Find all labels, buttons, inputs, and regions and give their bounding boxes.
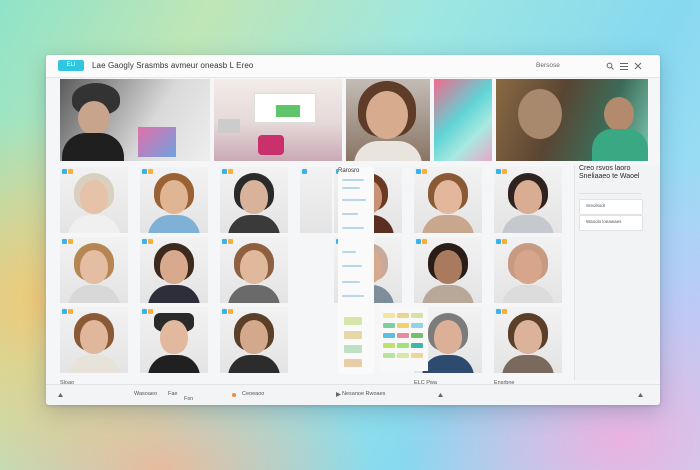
photo-tile[interactable]: [220, 307, 288, 373]
footer-item[interactable]: Fsn: [184, 396, 193, 402]
photo-tile[interactable]: [414, 167, 482, 233]
info-line: [342, 187, 360, 189]
bottom-bar: Wasoaeo Fae Fsn Ceoeaoo Nesanoe Rwoaes: [46, 384, 660, 405]
hero-photo-2[interactable]: [214, 79, 342, 161]
photo-tile[interactable]: [60, 237, 128, 303]
chevron-up-icon[interactable]: [638, 393, 643, 397]
thumb-swatch: [344, 331, 362, 339]
hero-photo-1[interactable]: [60, 79, 210, 161]
details-card[interactable]: Sreolsodr: [579, 199, 643, 215]
thumb-swatch: [344, 345, 362, 353]
photo-tile[interactable]: [414, 237, 482, 303]
info-line: [342, 295, 364, 297]
color-swatch: [397, 313, 409, 318]
details-card-label: Wanolo loeawaes: [586, 219, 622, 224]
color-swatch: [411, 343, 423, 348]
details-card[interactable]: Wanolo loeawaes: [579, 215, 643, 231]
menu-icon[interactable]: [620, 62, 628, 70]
photo-tile[interactable]: [60, 307, 128, 373]
hero-photo-4[interactable]: [434, 79, 492, 161]
logo-button[interactable]: ELI: [58, 60, 84, 71]
info-line: [342, 281, 360, 283]
top-bar: ELI Lae Gaogly Srasmbs avmeur oneasb L E…: [46, 55, 660, 78]
photo-tile[interactable]: [300, 167, 332, 233]
color-swatch: [397, 323, 409, 328]
color-swatch: [397, 333, 409, 338]
footer-item[interactable]: Nesanoe Rwoaes: [342, 391, 385, 397]
chevron-up-icon[interactable]: [58, 393, 63, 397]
app-window: ELI Lae Gaogly Srasmbs avmeur oneasb L E…: [46, 55, 660, 405]
status-dot: [232, 393, 236, 397]
info-line: [342, 265, 362, 267]
photo-tile[interactable]: [140, 307, 208, 373]
color-swatch: [411, 353, 423, 358]
details-title: Creo rsvos laoro Sneliaaeo te Waoel: [579, 165, 640, 180]
color-swatch: [397, 353, 409, 358]
photo-tile[interactable]: [140, 237, 208, 303]
color-swatch: [383, 353, 395, 358]
thumb-swatch: [344, 317, 362, 325]
hero-photo-3[interactable]: [346, 79, 430, 161]
page-title: Lae Gaogly Srasmbs avmeur oneasb L Ereo: [92, 61, 254, 70]
color-swatch: [411, 333, 423, 338]
color-swatch: [383, 323, 395, 328]
info-heading: Rarosro: [338, 168, 360, 174]
footer-item[interactable]: Ceoeaoo: [242, 391, 264, 397]
search-icon[interactable]: [606, 62, 614, 70]
info-line: [342, 227, 364, 229]
color-swatch: [383, 313, 395, 318]
browse-link[interactable]: Bersose: [536, 62, 560, 69]
info-line: [342, 213, 358, 215]
photo-tile[interactable]: [220, 167, 288, 233]
details-panel: [574, 165, 660, 380]
info-line: [342, 251, 356, 253]
photo-tile[interactable]: [494, 167, 562, 233]
chevron-up-icon[interactable]: [438, 393, 443, 397]
photo-tile[interactable]: [494, 307, 562, 373]
color-swatch: [411, 323, 423, 328]
info-line: [342, 199, 366, 201]
photo-tile[interactable]: [494, 237, 562, 303]
thumb-swatch: [344, 359, 362, 367]
photo-tile[interactable]: [140, 167, 208, 233]
color-swatch: [411, 313, 423, 318]
footer-item[interactable]: Wasoaeo: [134, 391, 157, 397]
photo-tile[interactable]: [220, 237, 288, 303]
color-swatch: [383, 343, 395, 348]
color-swatch: [383, 333, 395, 338]
details-card-label: Sreolsodr: [586, 203, 606, 208]
arrow-icon[interactable]: [336, 392, 341, 397]
photo-tile[interactable]: [60, 167, 128, 233]
info-line: [342, 179, 364, 181]
close-icon[interactable]: [634, 62, 642, 70]
color-swatch: [397, 343, 409, 348]
footer-item[interactable]: Fae: [168, 391, 177, 397]
hero-photo-5[interactable]: [496, 79, 648, 161]
